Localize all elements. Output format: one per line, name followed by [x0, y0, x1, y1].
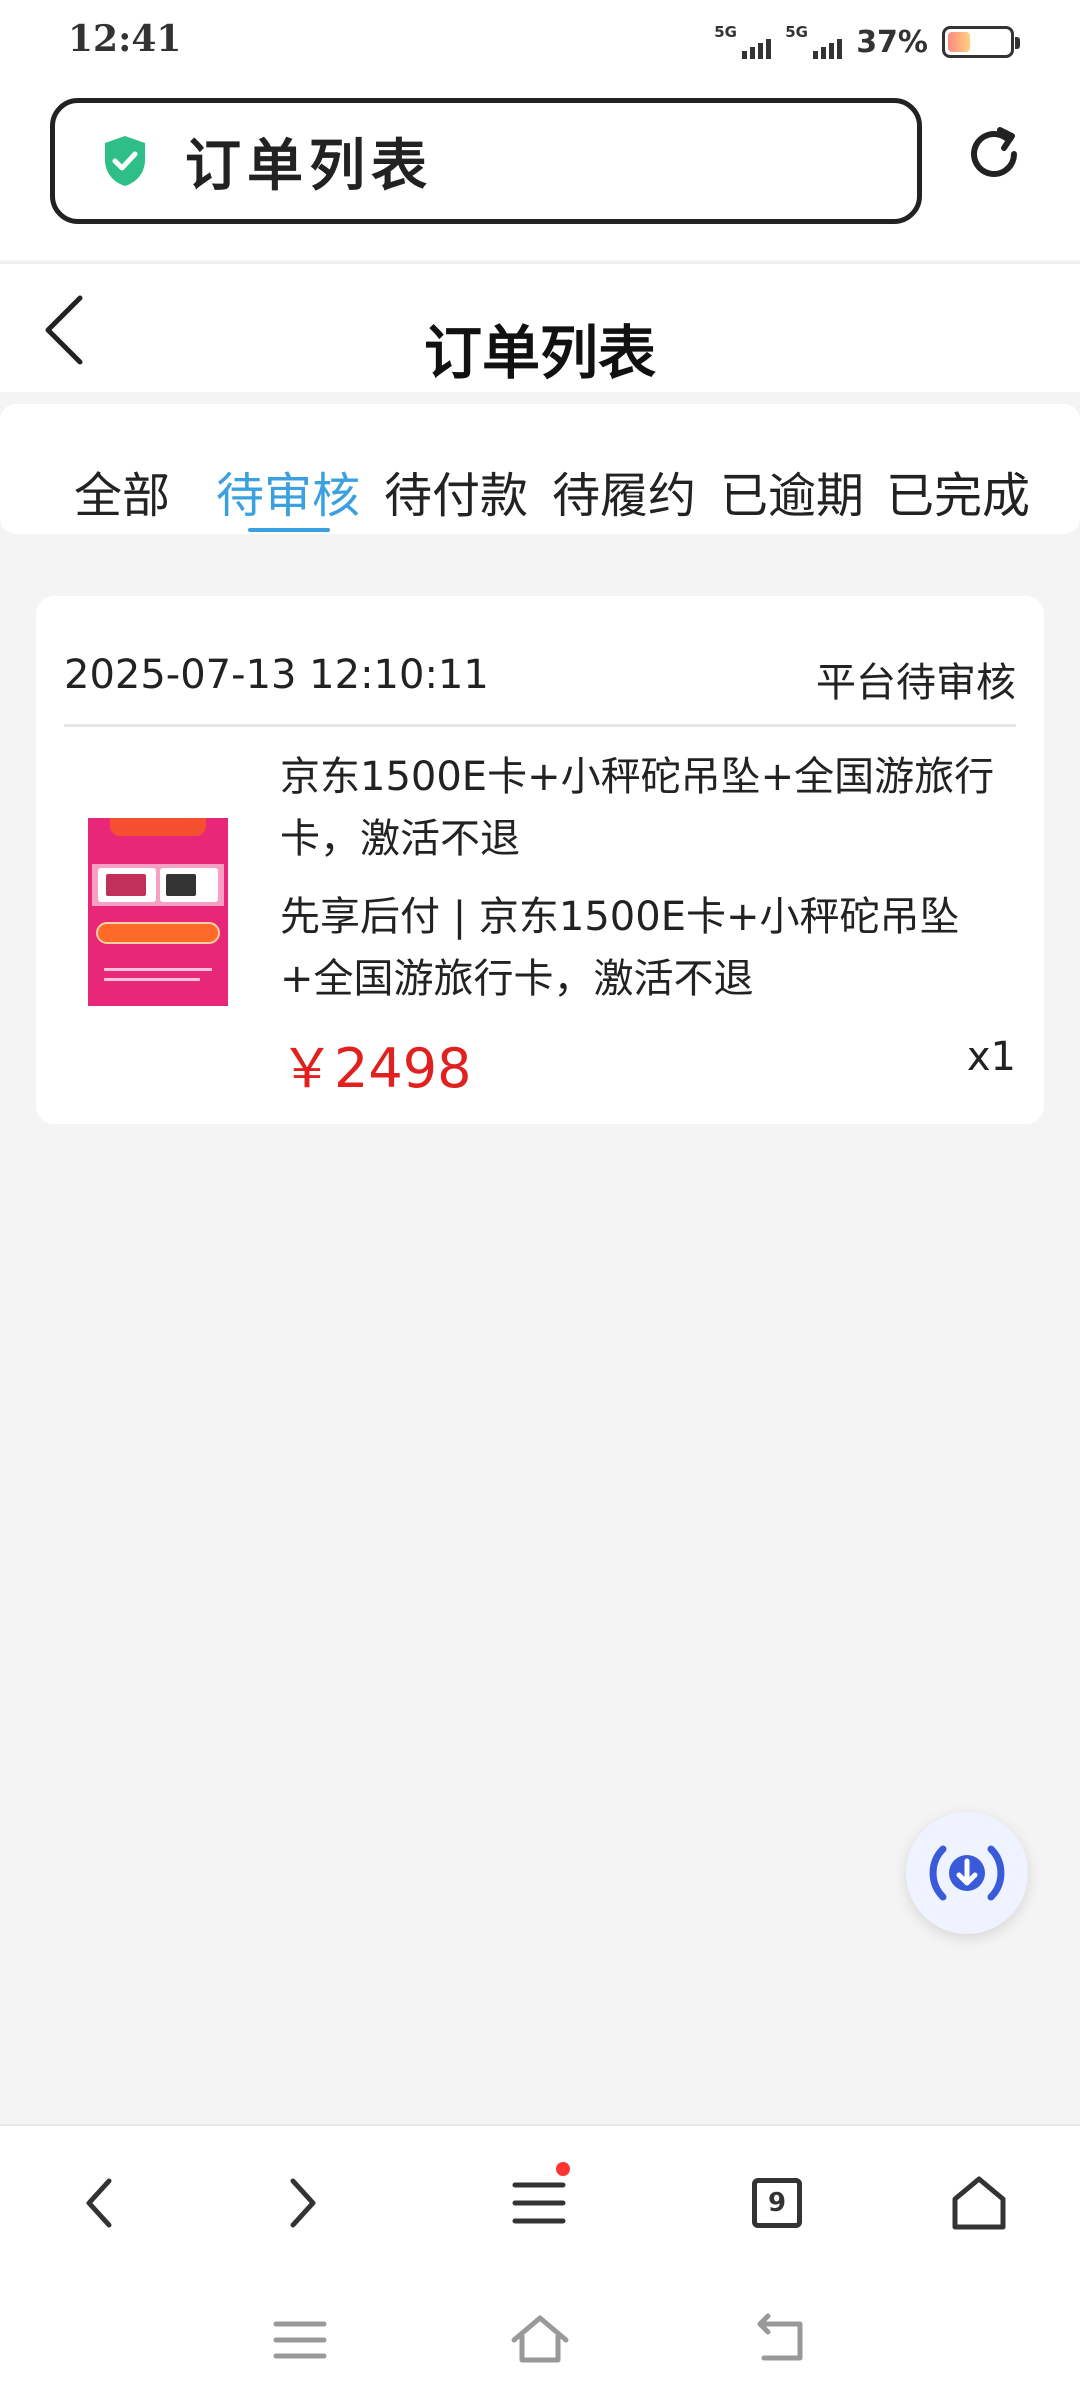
signal-icon: 5G: [785, 23, 843, 59]
tab-pending-review[interactable]: 待审核: [216, 456, 360, 526]
tab-count-icon: 9: [752, 2178, 802, 2228]
status-time: 12:41: [68, 18, 182, 60]
active-tab-indicator: [248, 528, 330, 532]
product-price: ￥2498: [280, 1037, 472, 1100]
browser-address-area: 订单列表: [0, 80, 1080, 260]
notification-dot: [556, 2162, 570, 2176]
chevron-left-icon: [86, 2178, 112, 2228]
address-bar[interactable]: 订单列表: [50, 98, 922, 224]
battery-icon: [942, 26, 1020, 58]
order-datetime: 2025-07-13 12:10:11: [64, 652, 489, 698]
product-quantity: x1: [966, 1034, 1016, 1080]
battery-percent: 37%: [856, 24, 928, 60]
home-icon: [952, 2176, 1006, 2230]
order-status: 平台待审核: [816, 660, 1016, 706]
browser-toolbar: 9: [0, 2124, 1080, 2274]
browser-menu-button[interactable]: [504, 2162, 574, 2238]
system-back-button[interactable]: [750, 2310, 810, 2370]
download-button[interactable]: [906, 1812, 1028, 1934]
tab-all[interactable]: 全部: [74, 456, 170, 526]
tab-pending-payment[interactable]: 待付款: [384, 456, 528, 526]
product-image[interactable]: [88, 818, 228, 1006]
browser-back-button[interactable]: [64, 2168, 134, 2238]
page-title: 订单列表: [423, 319, 656, 387]
status-indicators: 5G 5G 37%: [714, 22, 1020, 62]
tab-completed[interactable]: 已完成: [886, 456, 1030, 526]
order-status-tabs: 全部 待审核 待付款 待履约 已逾期 已完成: [0, 404, 1080, 534]
product-subtitle: 先享后付 | 京东1500E卡+小秤砣吊坠+全国游旅行卡，激活不退: [280, 894, 960, 1002]
shield-check-icon: [105, 136, 145, 186]
signal-icon: 5G: [714, 23, 772, 59]
system-home-button[interactable]: [510, 2310, 570, 2370]
recent-apps-button[interactable]: [270, 2310, 330, 2370]
divider: [64, 724, 1016, 727]
product-title: 京东1500E卡+小秤砣吊坠+全国游旅行卡，激活不退: [280, 754, 995, 862]
network-type-label: 5G: [714, 23, 737, 41]
tabs-button[interactable]: 9: [742, 2168, 812, 2238]
download-icon: [929, 1845, 1005, 1901]
status-bar: 12:41 5G 5G 37%: [0, 0, 1080, 80]
order-card[interactable]: 2025-07-13 12:10:11 平台待审核 京东1500E卡+小秤砣吊坠…: [36, 596, 1044, 1124]
tab-overdue[interactable]: 已逾期: [720, 456, 864, 526]
network-type-label: 5G: [785, 23, 808, 41]
page-header: 订单列表: [0, 262, 1080, 392]
address-title: 订单列表: [185, 132, 433, 199]
browser-home-button[interactable]: [944, 2168, 1014, 2238]
system-navigation-bar: [0, 2274, 1080, 2400]
menu-icon: [512, 2182, 566, 2224]
browser-forward-button[interactable]: [268, 2168, 338, 2238]
chevron-right-icon: [290, 2178, 316, 2228]
reload-icon[interactable]: [964, 124, 1024, 184]
tab-pending-fulfillment[interactable]: 待履约: [552, 456, 696, 526]
